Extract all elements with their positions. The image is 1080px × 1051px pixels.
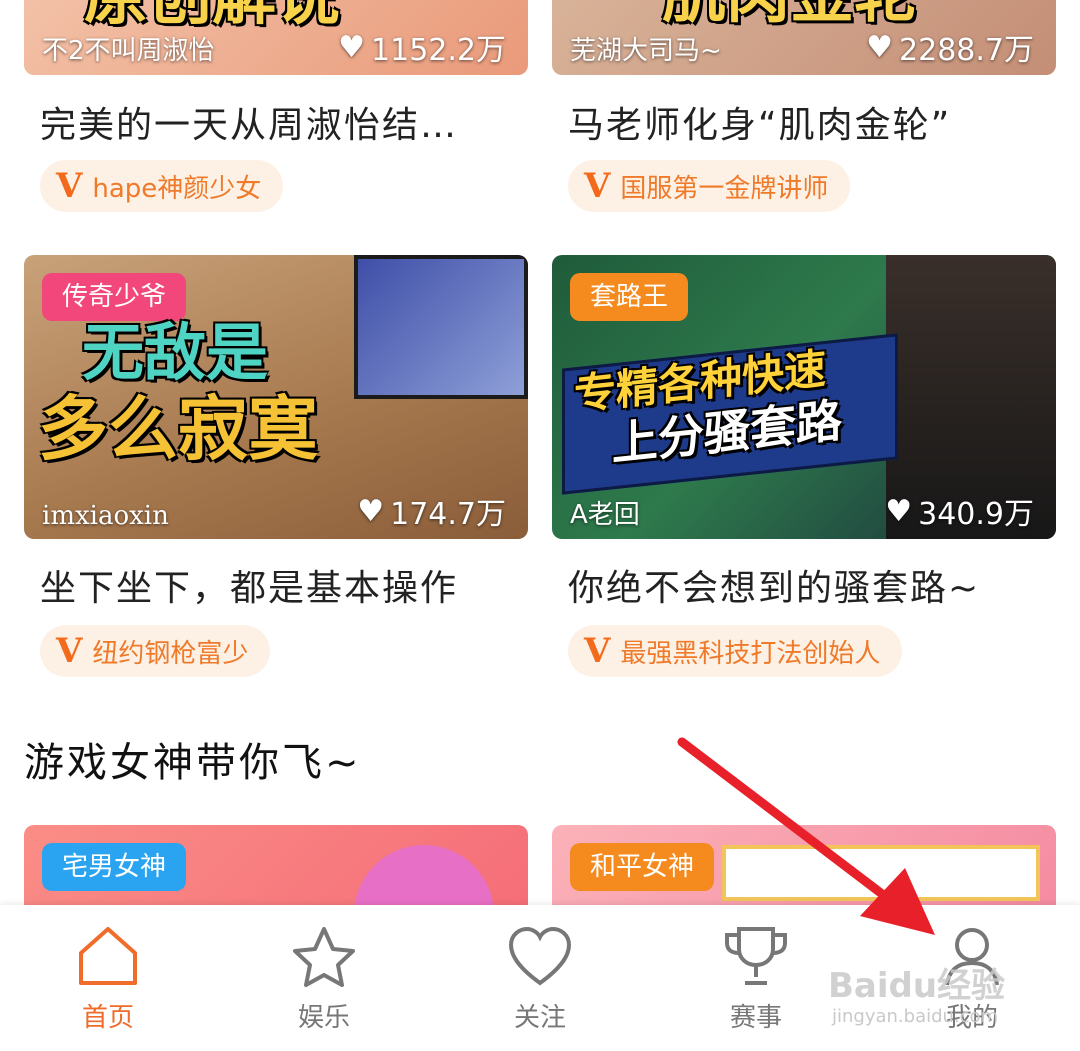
anchor-name: hape神颜少女 [92,173,262,204]
tab-label: 赛事 [729,1003,782,1033]
anchor-badge[interactable]: V 最强黑科技打法创始人 [568,625,903,677]
likes-value: 340.9万 [918,497,1034,532]
decorative-banner [722,845,1040,901]
heart-icon: ♥ [338,29,366,65]
home-icon [79,927,137,985]
thumbnail-caption: 原创解说 [84,0,340,32]
verified-v-icon: V [584,166,611,206]
uploader-name: imxiaoxin [42,501,169,531]
anchor-name: 最强黑科技打法创始人 [620,638,881,669]
tab-home[interactable]: 首页 [0,905,216,1051]
tab-label: 娱乐 [297,1003,350,1033]
video-title[interactable]: 完美的一天从周淑怡结… [40,96,458,148]
anchor-badge[interactable]: V 国服第一金牌讲师 [568,160,851,212]
tab-entertainment[interactable]: 娱乐 [216,905,432,1051]
streamer-inset [354,255,528,399]
category-tag: 宅男女神 [42,843,187,891]
video-title[interactable]: 你绝不会想到的骚套路~ [568,559,980,611]
tab-label: 首页 [81,1003,134,1033]
tab-follow[interactable]: 关注 [432,905,648,1051]
video-thumbnail[interactable]: 套路王 专精各种快速 上分骚套路 A老回 ♥ 340.9万 [552,255,1056,539]
category-tag: 套路王 [570,273,689,321]
heart-icon: ♥ [885,493,913,529]
tab-label: 关注 [513,1003,566,1033]
star-icon [293,927,355,987]
video-title[interactable]: 坐下坐下，都是基本操作 [40,559,458,611]
uploader-name: A老回 [570,500,640,530]
likes-count: ♥ 340.9万 [885,489,1034,533]
verified-v-icon: V [584,631,611,671]
category-tag: 传奇少爷 [42,273,187,321]
anchor-badge[interactable]: V 纽约钢枪富少 [40,625,271,677]
likes-value: 2288.7万 [899,33,1034,68]
uploader-name: 不2不叫周淑怡 [42,36,215,66]
heart-icon: ♥ [357,493,385,529]
section-title: 游戏女神带你飞~ [24,740,362,786]
likes-count: ♥ 2288.7万 [866,25,1034,69]
verified-v-icon: V [56,166,83,206]
watermark-brand: Baidu经验 [828,966,1006,1006]
heart-icon [508,926,572,986]
thumbnail-caption: 多么寂寞 [38,388,318,470]
anchor-badge[interactable]: V hape神颜少女 [40,160,284,212]
watermark-url: jingyan.baidu.com [832,1006,999,1027]
uploader-name: 芜湖大司马~ [570,36,722,66]
verified-v-icon: V [56,631,83,671]
video-title[interactable]: 马老师化身“肌肉金轮” [568,96,951,148]
likes-value: 1152.2万 [371,33,506,68]
category-tag: 和平女神 [570,843,715,891]
likes-value: 174.7万 [390,497,506,532]
video-thumbnail[interactable]: 肌肉金轮 芜湖大司马~ ♥ 2288.7万 [552,0,1056,75]
likes-count: ♥ 174.7万 [357,489,506,533]
anchor-name: 纽约钢枪富少 [92,638,249,669]
anchor-name: 国服第一金牌讲师 [620,173,829,204]
likes-count: ♥ 1152.2万 [338,25,506,69]
trophy-icon [725,927,787,985]
video-thumbnail[interactable]: 原创解说 不2不叫周淑怡 ♥ 1152.2万 [24,0,528,75]
thumbnail-caption: 无敌是 [82,316,269,389]
video-thumbnail[interactable]: 传奇少爷 无敌是 多么寂寞 imxiaoxin ♥ 174.7万 [24,255,528,539]
heart-icon: ♥ [866,29,894,65]
